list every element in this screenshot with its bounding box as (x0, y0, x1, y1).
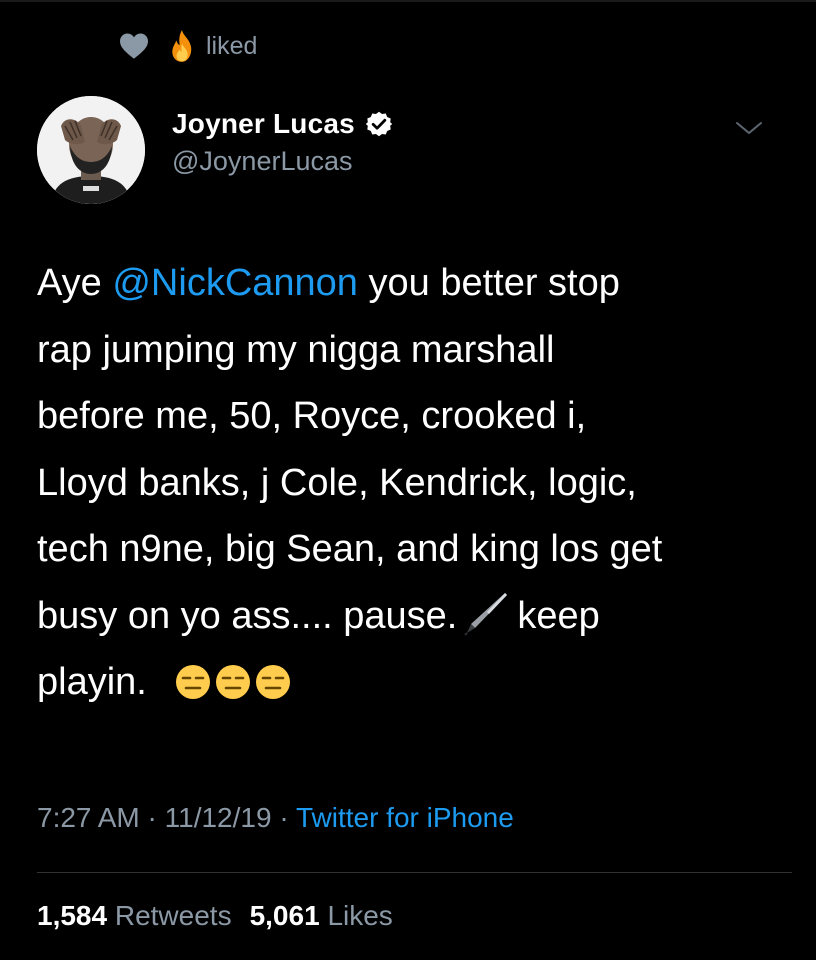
author-info[interactable]: Joyner Lucas @JoynerLucas (172, 104, 393, 177)
handle[interactable]: @JoynerLucas (172, 146, 393, 177)
display-name[interactable]: Joyner Lucas (172, 108, 355, 140)
meta-separator: · (279, 802, 289, 833)
likes-stat[interactable]: 5,061 Likes (250, 900, 393, 931)
retweets-stat[interactable]: 1,584 Retweets (37, 900, 232, 931)
tweet-date[interactable]: 11/12/19 (165, 802, 272, 833)
tweet-source-link[interactable]: Twitter for iPhone (296, 802, 514, 833)
tweet-line: before me, 50, Royce, crooked i, (37, 395, 587, 437)
top-border (0, 0, 816, 2)
tweet-text-segment: keep (517, 594, 600, 637)
tweet-line: Lloyd banks, j Cole, Kendrick, logic, (37, 461, 637, 504)
likes-label: Likes (327, 900, 393, 931)
avatar[interactable] (37, 96, 145, 204)
tweet-text-segment: playin. (37, 661, 147, 703)
context-label: liked (206, 31, 258, 60)
retweets-count: 1,584 (37, 900, 108, 931)
tweet-text-segment: you better stop (357, 262, 620, 304)
chevron-down-icon[interactable] (734, 118, 764, 138)
display-name-row: Joyner Lucas (172, 104, 393, 144)
avatar-image (37, 96, 145, 204)
tweet-meta: 7:27 AM · 11/12/19 · Twitter for iPhone (37, 802, 514, 834)
tweet-text-segment: Aye (37, 262, 113, 304)
tweet-time[interactable]: 7:27 AM (37, 802, 140, 833)
fire-icon (172, 30, 192, 62)
tweet-line: playin. (37, 649, 797, 716)
tweet-line: busy on yo ass.... pause. keep (37, 583, 797, 650)
verified-icon (365, 111, 393, 137)
tweet-line: tech n9ne, big Sean, and king los get (37, 528, 663, 570)
heart-icon (120, 33, 148, 59)
social-context: liked (118, 28, 257, 64)
expressionless-face-emoji (256, 665, 291, 699)
retweets-label: Retweets (114, 900, 232, 931)
likes-count: 5,061 (249, 900, 320, 931)
tweet-text: Aye @NickCannon you better stop rap jump… (37, 250, 797, 716)
expressionless-face-emoji (176, 665, 211, 699)
tweet-line: Aye @NickCannon you better stop (37, 250, 797, 317)
divider (37, 872, 792, 873)
mention-link[interactable]: @NickCannon (112, 262, 358, 304)
meta-separator: · (147, 802, 157, 833)
black-nib-emoji (464, 592, 508, 636)
expressionless-face-emoji (216, 665, 251, 699)
tweet-text-segment: busy on yo ass.... pause. (37, 594, 458, 637)
tweet-stats: 1,584 Retweets 5,061 Likes (37, 900, 393, 932)
tweet-line: rap jumping my nigga marshall (37, 328, 555, 371)
